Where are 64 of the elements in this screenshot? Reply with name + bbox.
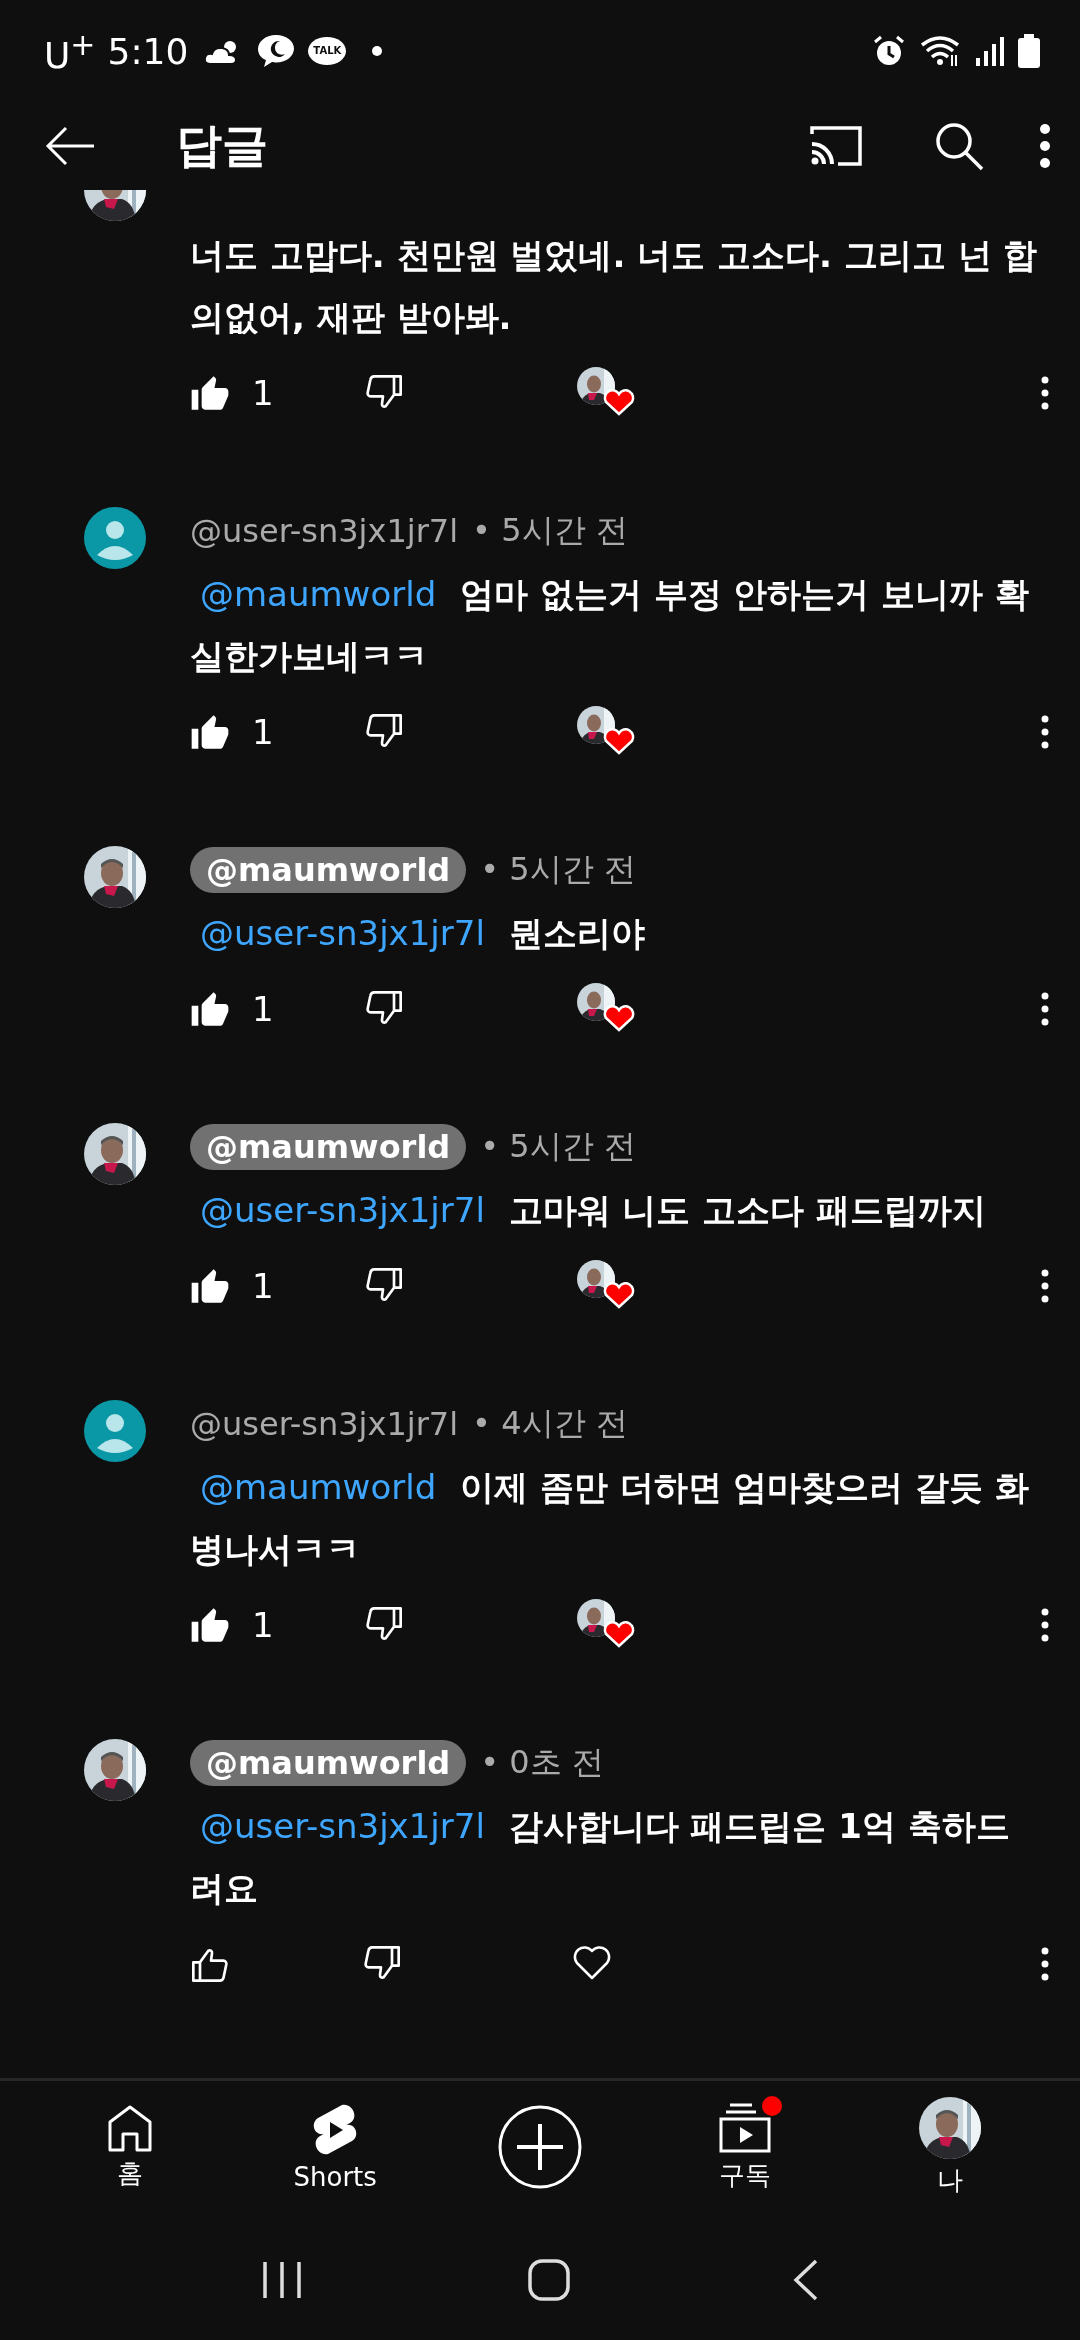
subscriptions-icon <box>717 2101 772 2154</box>
like-count: 1 <box>252 1605 275 1645</box>
comment-text: @user-sn3jx1jr7l 고마워 니도 고소다 패드립까지 <box>199 1189 988 1232</box>
comment-time: • 5시간 전 <box>472 510 628 551</box>
signal-icon <box>976 36 1004 66</box>
battery-icon <box>1018 34 1040 68</box>
author-name[interactable]: @user-sn3jx1jr7l <box>190 512 459 550</box>
comment-menu-button[interactable] <box>1040 992 1050 1026</box>
carrier-label: U$^{+}$ <box>44 26 96 76</box>
heart-icon[interactable] <box>572 1944 612 1980</box>
comment-time: • 5시간 전 <box>480 1126 636 1167</box>
comment-text: @user-sn3jx1jr7l 감사합니다 패드립은 1억 축하드려요 <box>190 1805 1011 1910</box>
comment-menu-button[interactable] <box>1040 1269 1050 1303</box>
back-button[interactable] <box>44 126 96 166</box>
cast-button[interactable] <box>808 124 864 168</box>
nav-tab[interactable]: 구독 <box>642 2091 848 2203</box>
wifi-icon <box>920 35 962 67</box>
create-icon <box>497 2104 583 2190</box>
comment-menu-button[interactable] <box>1040 715 1050 749</box>
mention-link[interactable]: @user-sn3jx1jr7l <box>200 1806 485 1846</box>
nav-tab[interactable]: Shorts <box>232 2091 438 2203</box>
comment-time: • 0초 전 <box>480 1742 604 1783</box>
page-title: 답글 <box>176 117 268 174</box>
talk-icon: TALK <box>308 37 347 65</box>
author-name[interactable]: @maumworld <box>190 847 467 893</box>
like-button[interactable] <box>190 713 230 751</box>
author-name[interactable]: @user-sn3jx1jr7l <box>190 1405 459 1443</box>
like-count: 1 <box>252 989 275 1029</box>
like-count: 1 <box>252 712 275 752</box>
author-name[interactable]: @maumworld <box>190 1124 467 1170</box>
comment-text: @maumworld 엄마 없는거 부정 안하는거 보니까 확실한가보네ㅋㅋ <box>190 573 1031 678</box>
nav-tab[interactable]: 홈 <box>28 2091 233 2203</box>
comment-text: @user-sn3jx1jr7l 뭔소리야 <box>199 912 646 955</box>
more-notifications-icon <box>372 46 383 56</box>
home-icon <box>106 2103 155 2152</box>
comment-menu-button[interactable] <box>1040 376 1050 410</box>
like-count: 1 <box>252 373 275 413</box>
comment-menu-button[interactable] <box>1040 1947 1050 1981</box>
author-name[interactable]: @maumworld <box>190 1740 467 1786</box>
notification-dot <box>761 2095 782 2116</box>
like-count: 1 <box>252 1266 275 1306</box>
comment-time: • 4시간 전 <box>472 1403 628 1444</box>
avatar <box>84 507 146 569</box>
chat-bubble-icon <box>256 33 297 69</box>
home-button[interactable] <box>528 2259 570 2301</box>
like-button[interactable] <box>190 990 230 1028</box>
mention-link[interactable]: @maumworld <box>200 1467 437 1507</box>
avatar <box>84 1400 146 1462</box>
mention-link[interactable]: @maumworld <box>200 574 437 614</box>
mention-link[interactable]: @user-sn3jx1jr7l <box>200 913 485 953</box>
back-button[interactable] <box>792 2259 819 2301</box>
search-button[interactable] <box>934 121 984 171</box>
comment-text: @maumworld 이제 좀만 더하면 엄마찾으러 갈듯 화병나서ㅋㅋ <box>190 1466 1031 1571</box>
like-button[interactable] <box>190 374 230 412</box>
more-options-button[interactable] <box>1038 123 1052 169</box>
alarm-icon <box>872 34 906 68</box>
comment-time: • 5시간 전 <box>480 849 636 890</box>
like-button[interactable] <box>190 1267 230 1305</box>
comment-menu-button[interactable] <box>1040 1608 1050 1642</box>
like-button[interactable] <box>190 1606 230 1644</box>
mention-link[interactable]: @user-sn3jx1jr7l <box>200 1190 485 1230</box>
comment-text: 너도 고맙다. 천만원 벌었네. 너도 고소다. 그리고 넌 합의없어, 재판 받아봐. <box>190 234 1039 339</box>
clock-time: 5:10 <box>107 30 189 72</box>
nav-tab[interactable]: 나 <box>847 2091 1052 2203</box>
